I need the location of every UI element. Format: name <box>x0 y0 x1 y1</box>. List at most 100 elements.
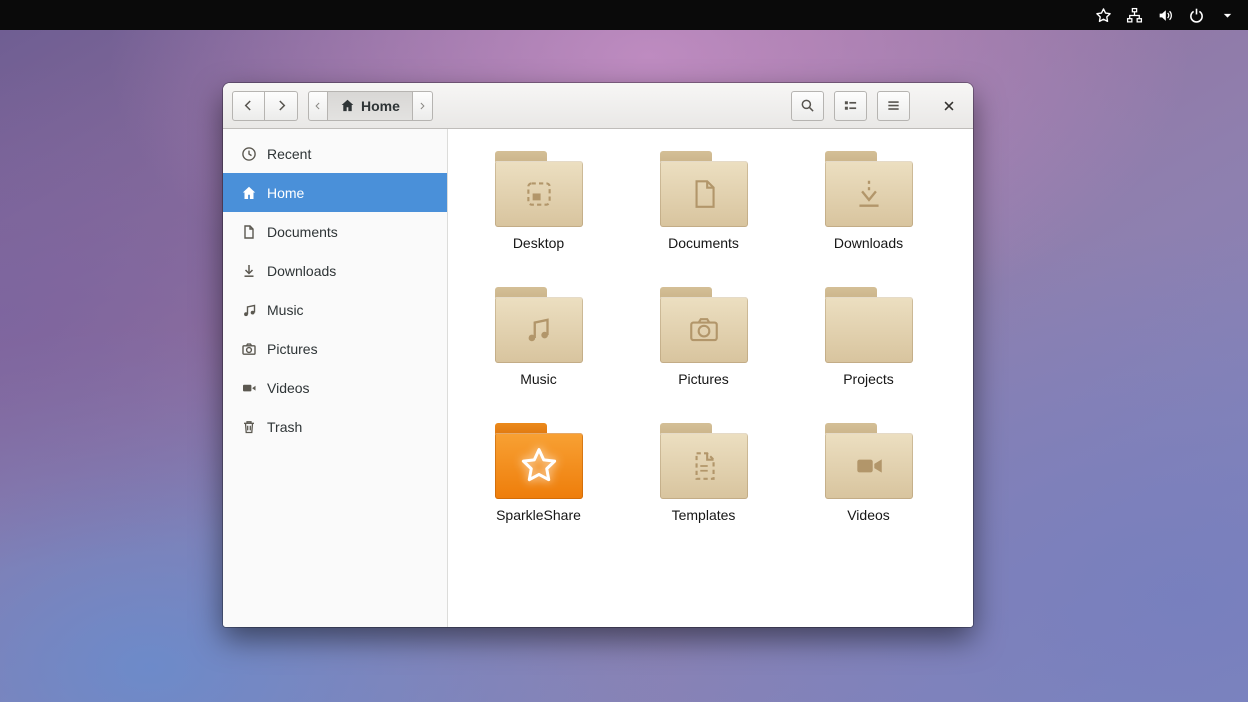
hamburger-menu-icon <box>886 98 901 113</box>
sidebar-item-label: Documents <box>267 224 338 240</box>
file-item-music[interactable]: Music <box>474 287 604 387</box>
file-item-desktop[interactable]: Desktop <box>474 151 604 251</box>
template-emblem-icon <box>687 449 721 483</box>
file-item-templates[interactable]: Templates <box>639 423 769 523</box>
trash-icon <box>241 419 257 435</box>
folder-icon <box>495 151 583 227</box>
path-label: Home <box>361 98 400 114</box>
sidebar-item-home[interactable]: Home <box>223 173 447 212</box>
power-icon[interactable] <box>1188 7 1205 24</box>
close-icon <box>942 99 956 113</box>
sidebar: Recent Home Documents Downloads Music Picture… <box>223 129 448 627</box>
sidebar-item-trash[interactable]: Trash <box>223 407 447 446</box>
sidebar-item-documents[interactable]: Documents <box>223 212 447 251</box>
file-grid: Desktop Documents Downloads Music Pictures Pr… <box>448 129 973 523</box>
sidebar-item-downloads[interactable]: Downloads <box>223 251 447 290</box>
chevron-right-icon <box>274 98 289 113</box>
file-name-label: Music <box>520 371 557 387</box>
file-name-label: Documents <box>668 235 739 251</box>
path-previous-button[interactable] <box>308 91 328 121</box>
sidebar-item-label: Pictures <box>267 341 318 357</box>
file-item-projects[interactable]: Projects <box>804 287 934 387</box>
file-item-pictures[interactable]: Pictures <box>639 287 769 387</box>
file-item-sparkleshare[interactable]: SparkleShare <box>474 423 604 523</box>
folder-body <box>660 161 748 227</box>
videos-icon <box>241 380 257 396</box>
file-name-label: Desktop <box>513 235 564 251</box>
camera-emblem-icon <box>687 313 721 347</box>
chevron-left-small-icon <box>313 101 323 111</box>
back-button[interactable] <box>232 91 265 121</box>
folder-icon <box>825 423 913 499</box>
gnome-top-bar <box>0 0 1248 30</box>
forward-button[interactable] <box>265 91 298 121</box>
download-emblem-icon <box>852 177 886 211</box>
sidebar-item-music[interactable]: Music <box>223 290 447 329</box>
folder-body <box>825 433 913 499</box>
desktop: { "topbar": { "tray_icons": ["favorites"… <box>0 0 1248 702</box>
sidebar-item-label: Videos <box>267 380 310 396</box>
file-name-label: Templates <box>672 507 736 523</box>
headerbar-actions <box>791 91 964 121</box>
folder-body <box>495 161 583 227</box>
home-icon <box>340 98 355 113</box>
folder-body <box>660 297 748 363</box>
path-bar: Home <box>308 91 433 121</box>
nav-buttons <box>232 91 298 121</box>
document-emblem-icon <box>687 177 721 211</box>
window-body: Recent Home Documents Downloads Music Picture… <box>223 129 973 627</box>
close-window-button[interactable] <box>934 91 964 121</box>
sidebar-item-label: Recent <box>267 146 311 162</box>
folder-icon <box>825 151 913 227</box>
folder-icon <box>495 287 583 363</box>
music-emblem-icon <box>522 313 556 347</box>
sidebar-item-label: Downloads <box>267 263 336 279</box>
documents-icon <box>241 224 257 240</box>
folder-icon <box>660 423 748 499</box>
view-list-icon <box>843 98 858 113</box>
favorites-icon[interactable] <box>1095 7 1112 24</box>
sidebar-item-label: Home <box>267 185 304 201</box>
file-name-label: Pictures <box>678 371 729 387</box>
network-icon[interactable] <box>1126 7 1143 24</box>
recent-icon <box>241 146 257 162</box>
file-item-documents[interactable]: Documents <box>639 151 769 251</box>
pictures-icon <box>241 341 257 357</box>
folder-body <box>495 297 583 363</box>
path-next-button[interactable] <box>413 91 433 121</box>
path-button-home[interactable]: Home <box>328 91 413 121</box>
file-name-label: Videos <box>847 507 890 523</box>
sidebar-item-recent[interactable]: Recent <box>223 134 447 173</box>
search-icon <box>800 98 815 113</box>
sidebar-item-label: Music <box>267 302 304 318</box>
folder-icon <box>660 287 748 363</box>
file-item-videos[interactable]: Videos <box>804 423 934 523</box>
file-name-label: Projects <box>843 371 894 387</box>
file-item-downloads[interactable]: Downloads <box>804 151 934 251</box>
content-area: Desktop Documents Downloads Music Pictures Pr… <box>448 129 973 627</box>
sidebar-item-pictures[interactable]: Pictures <box>223 329 447 368</box>
volume-icon[interactable] <box>1157 7 1174 24</box>
view-toggle-button[interactable] <box>834 91 867 121</box>
search-button[interactable] <box>791 91 824 121</box>
folder-body <box>825 161 913 227</box>
system-tray <box>1095 7 1236 24</box>
downloads-icon <box>241 263 257 279</box>
chevron-right-small-icon <box>417 101 427 111</box>
home-icon <box>241 185 257 201</box>
file-name-label: Downloads <box>834 235 903 251</box>
menu-chevron-icon[interactable] <box>1219 7 1236 24</box>
sidebar-item-videos[interactable]: Videos <box>223 368 447 407</box>
folder-body <box>660 433 748 499</box>
headerbar: Home <box>223 83 973 129</box>
star-emblem-icon <box>518 445 560 487</box>
sidebar-item-label: Trash <box>267 419 302 435</box>
folder-icon <box>495 423 583 499</box>
folder-body <box>495 433 583 499</box>
music-icon <box>241 302 257 318</box>
desktop-emblem-icon <box>522 177 556 211</box>
menu-button[interactable] <box>877 91 910 121</box>
file-name-label: SparkleShare <box>496 507 581 523</box>
chevron-left-icon <box>241 98 256 113</box>
folder-icon <box>825 287 913 363</box>
